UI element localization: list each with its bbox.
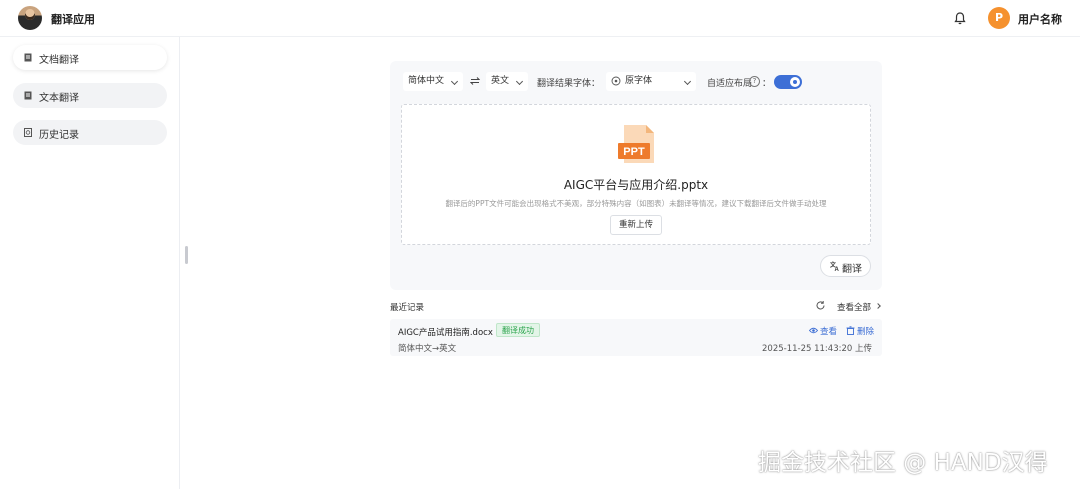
trash-icon xyxy=(846,326,855,335)
chevron-right-icon xyxy=(875,303,881,309)
upload-dropzone[interactable]: PPT AIGC平台与应用介绍.pptx 翻译后的PPT文件可能会出现格式不美观… xyxy=(401,104,871,245)
translate-toolbar: 简体中文 英文 翻译结果字体： 原字体 自适应布局 ? ： xyxy=(390,71,882,93)
chevron-down-icon xyxy=(515,77,524,86)
app-title: 翻译应用 xyxy=(51,13,95,26)
sidebar-item-history[interactable]: 历史记录 xyxy=(13,120,167,145)
ppt-icon-text: PPT xyxy=(623,146,645,158)
help-icon[interactable]: ? xyxy=(749,76,760,87)
refresh-icon[interactable] xyxy=(815,300,826,311)
chevron-down-icon xyxy=(450,77,459,86)
delete-label: 删除 xyxy=(857,327,875,337)
record-timestamp: 2025-11-25 11:43:20 上传 xyxy=(762,344,872,354)
record-language-pair: 简体中文→英文 xyxy=(398,344,457,354)
sidebar-item-text-translate[interactable]: 文本翻译 xyxy=(13,83,167,108)
upload-hint: 翻译后的PPT文件可能会出现格式不美观，部分特殊内容（如图表）未翻译等情况，建议… xyxy=(445,199,827,208)
translate-icon: 文 A xyxy=(830,261,840,271)
svg-text:A: A xyxy=(835,267,840,271)
sidebar-item-label: 历史记录 xyxy=(39,130,79,141)
uploaded-file-name: AIGC平台与应用介绍.pptx xyxy=(563,178,709,192)
eye-icon xyxy=(809,327,818,334)
target-language-value: 英文 xyxy=(491,76,510,86)
sidebar-item-document-translate[interactable]: 文档翻译 xyxy=(13,45,167,70)
delete-record-link[interactable]: 删除 xyxy=(846,325,874,337)
record-file-name: AIGC产品试用指南.docx xyxy=(398,328,493,338)
translate-card: 简体中文 英文 翻译结果字体： 原字体 自适应布局 ? ： PPT AIGC平台… xyxy=(390,61,882,290)
document-icon xyxy=(24,53,32,62)
source-language-select[interactable]: 简体中文 xyxy=(403,72,463,91)
text-doc-icon xyxy=(24,91,32,100)
view-label: 查看 xyxy=(820,327,838,337)
adaptive-layout-toggle[interactable] xyxy=(774,75,802,89)
history-icon xyxy=(24,128,32,137)
font-value: 原字体 xyxy=(625,76,653,86)
status-badge: 翻译成功 xyxy=(496,323,540,337)
reupload-button[interactable]: 重新上传 xyxy=(610,215,662,235)
font-select[interactable]: 原字体 xyxy=(606,72,696,91)
ppt-file-icon: PPT xyxy=(618,125,654,163)
sidebar: 文档翻译 文本翻译 历史记录 xyxy=(0,37,180,489)
font-label: 翻译结果字体： xyxy=(537,79,601,89)
adaptive-layout-label: 自适应布局 xyxy=(707,79,753,89)
recent-records-header: 最近记录 查看全部 xyxy=(390,300,882,314)
app-logo-avatar xyxy=(18,6,42,30)
toggle-knob xyxy=(790,77,800,87)
watermark: 掘金技术社区 @ HAND汉得 xyxy=(758,450,1048,476)
user-avatar[interactable]: P xyxy=(988,7,1010,29)
translate-button-label: 翻译 xyxy=(842,264,862,275)
view-all-link[interactable]: 查看全部 xyxy=(837,301,871,313)
sidebar-item-label: 文档翻译 xyxy=(39,55,79,66)
record-row: AIGC产品试用指南.docx 翻译成功 简体中文→英文 查看 删除 2025-… xyxy=(390,319,882,356)
swap-languages-icon[interactable] xyxy=(470,76,480,86)
font-icon xyxy=(611,76,621,86)
top-header: 翻译应用 P 用户名称 xyxy=(0,0,1080,37)
translate-button[interactable]: 文 A 翻译 xyxy=(820,255,871,277)
target-language-select[interactable]: 英文 xyxy=(486,72,528,91)
user-name[interactable]: 用户名称 xyxy=(1018,11,1062,27)
sidebar-item-label: 文本翻译 xyxy=(39,93,79,104)
chevron-down-icon xyxy=(683,77,692,86)
view-record-link[interactable]: 查看 xyxy=(809,325,837,337)
recent-records-title: 最近记录 xyxy=(390,303,425,313)
adaptive-layout-colon: ： xyxy=(762,79,772,89)
sidebar-collapse-handle[interactable] xyxy=(185,246,188,264)
source-language-value: 简体中文 xyxy=(408,76,445,86)
bell-icon[interactable] xyxy=(953,11,967,25)
